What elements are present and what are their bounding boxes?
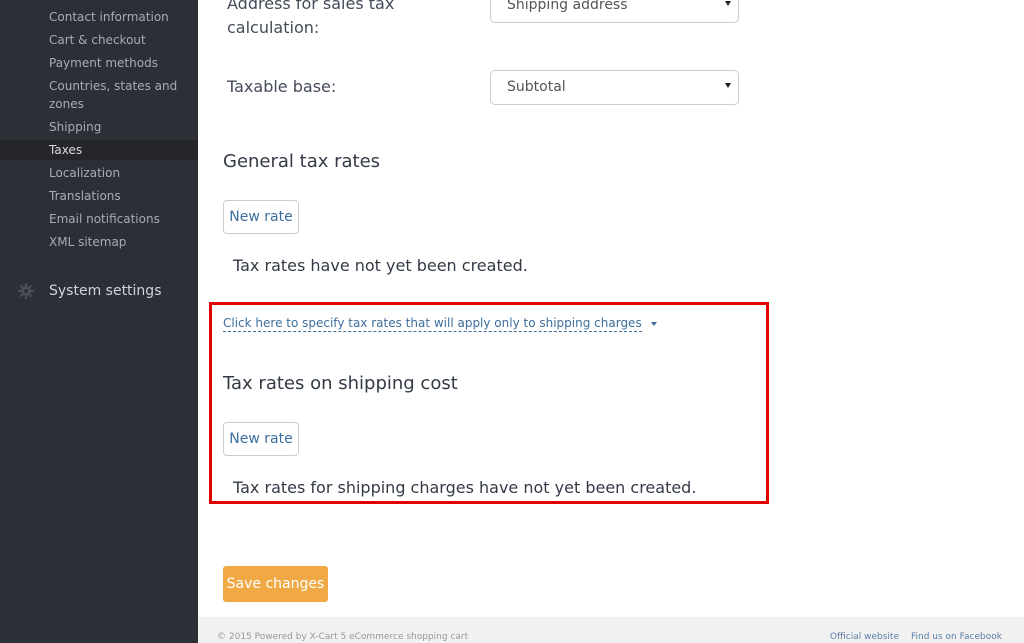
save-changes-button[interactable]: Save changes — [223, 566, 328, 602]
sidebar-item-xml-sitemap[interactable]: XML sitemap — [49, 233, 126, 251]
new-shipping-rate-button[interactable]: New rate — [223, 422, 299, 456]
sidebar-item-payment-methods[interactable]: Payment methods — [49, 54, 158, 72]
footer-copyright: © 2015 Powered by X-Cart 5 eCommerce sho… — [217, 632, 469, 642]
sidebar-item-taxes[interactable]: Taxes — [49, 141, 82, 159]
footer-official-website-link[interactable]: Official website — [830, 632, 899, 642]
taxable-base-label: Taxable base: — [227, 77, 337, 96]
taxable-base-select-value: Subtotal — [507, 79, 566, 95]
sidebar-item-shipping[interactable]: Shipping — [49, 118, 101, 136]
shipping-rates-toggle[interactable]: Click here to specify tax rates that wil… — [223, 315, 657, 332]
chevron-down-icon — [725, 83, 731, 88]
sidebar-active-highlight — [0, 140, 198, 160]
address-for-sales-tax-label: Address for sales tax calculation: — [227, 0, 395, 37]
sidebar-system-settings[interactable]: System settings — [18, 280, 162, 302]
taxable-base-select[interactable]: Subtotal — [490, 70, 739, 105]
highlight-box — [209, 302, 769, 504]
footer: © 2015 Powered by X-Cart 5 eCommerce sho… — [198, 617, 1024, 643]
sidebar-item-localization[interactable]: Localization — [49, 164, 120, 182]
gear-icon — [18, 283, 34, 299]
shipping-rates-empty-message: Tax rates for shipping charges have not … — [233, 478, 697, 497]
sidebar-item-translations[interactable]: Translations — [49, 187, 121, 205]
sidebar: Contact information Cart & checkout Paym… — [0, 0, 198, 643]
general-tax-rates-title: General tax rates — [223, 151, 381, 172]
sidebar-item-email-notifications[interactable]: Email notifications — [49, 210, 160, 228]
sidebar-item-cart-checkout[interactable]: Cart & checkout — [49, 31, 146, 49]
new-rate-button[interactable]: New rate — [223, 200, 299, 234]
sidebar-item-countries-states-zones[interactable]: Countries, states and zones — [49, 77, 189, 113]
shipping-rates-toggle-link[interactable]: Click here to specify tax rates that wil… — [223, 315, 642, 332]
shipping-tax-rates-title: Tax rates on shipping cost — [223, 373, 458, 394]
general-rates-empty-message: Tax rates have not yet been created. — [233, 256, 528, 275]
sidebar-item-contact-information[interactable]: Contact information — [49, 8, 169, 26]
system-settings-label: System settings — [49, 283, 162, 299]
footer-facebook-link[interactable]: Find us on Facebook — [911, 632, 1002, 642]
address-select[interactable]: Shipping address — [490, 0, 739, 23]
address-select-value: Shipping address — [507, 0, 628, 13]
chevron-down-icon — [725, 1, 731, 6]
caret-down-icon — [650, 321, 657, 326]
